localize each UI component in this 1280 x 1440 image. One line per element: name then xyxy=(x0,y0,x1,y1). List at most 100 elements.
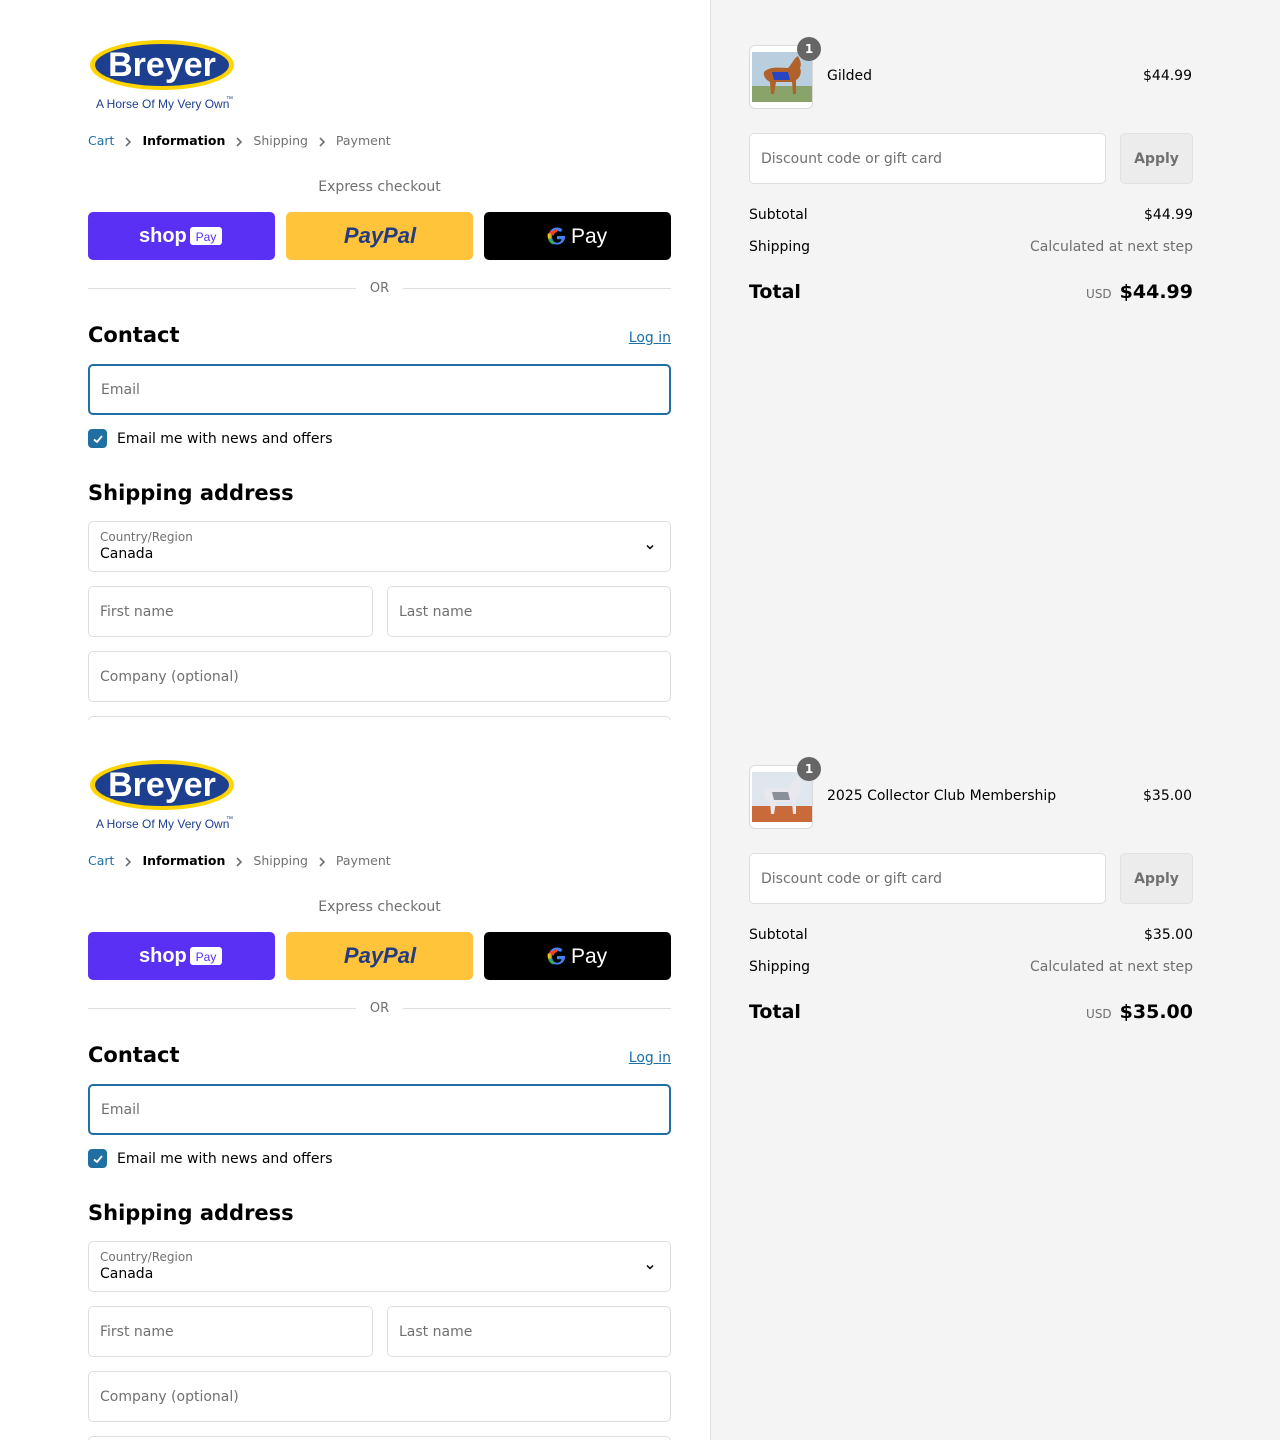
company-field[interactable] xyxy=(88,651,671,702)
newsletter-checkbox[interactable] xyxy=(88,429,107,448)
paypal-button[interactable]: PayPal xyxy=(286,212,473,260)
breyer-logo[interactable]: Breyer A Horse Of My Very Own ™ xyxy=(88,38,238,114)
shop-pay-button[interactable]: shop Pay xyxy=(88,932,275,980)
breyer-logo[interactable]: Breyer A Horse Of My Very Own ™ xyxy=(88,758,238,834)
contact-header: Contact Log in xyxy=(88,323,671,347)
last-name-input[interactable] xyxy=(388,1307,670,1356)
breadcrumb: Cart Information Shipping Payment xyxy=(88,853,391,868)
total-label: Total xyxy=(749,281,801,303)
google-pay-button[interactable]: Pay xyxy=(484,932,671,980)
log-in-link[interactable]: Log in xyxy=(629,330,671,346)
total-row: Total USD $35.00 xyxy=(749,1001,1193,1023)
newsletter-label: Email me with news and offers xyxy=(117,1150,333,1167)
breadcrumb-payment: Payment xyxy=(335,133,391,148)
country-select[interactable]: Country/Region Canada xyxy=(88,521,671,572)
currency-code: USD xyxy=(1086,1007,1112,1021)
paypal-button[interactable]: PayPal xyxy=(286,932,473,980)
checkout-main: Breyer A Horse Of My Very Own ™ Cart Inf… xyxy=(0,720,710,1440)
checkmark-icon xyxy=(92,1154,103,1163)
svg-text:Pay: Pay xyxy=(195,230,216,244)
svg-text:™: ™ xyxy=(226,96,233,103)
or-label: OR xyxy=(369,280,390,296)
svg-text:PayPal: PayPal xyxy=(343,943,416,968)
newsletter-checkbox[interactable] xyxy=(88,1149,107,1168)
express-checkout-buttons: shop Pay PayPal Pay xyxy=(88,212,671,260)
contact-title: Contact xyxy=(88,323,180,347)
log-in-link[interactable]: Log in xyxy=(629,1050,671,1066)
svg-text:A Horse Of My Very Own: A Horse Of My Very Own xyxy=(96,97,229,111)
last-name-field[interactable] xyxy=(387,586,671,637)
first-name-field[interactable] xyxy=(88,1306,373,1357)
company-input[interactable] xyxy=(89,1372,670,1421)
shipping-value: Calculated at next step xyxy=(1030,239,1193,255)
product-name: 2025 Collector Club Membership xyxy=(827,788,1057,804)
shop-pay-logo: shop Pay xyxy=(139,945,222,967)
svg-text:shop: shop xyxy=(139,945,187,967)
company-input[interactable] xyxy=(89,652,670,701)
chevron-right-icon xyxy=(308,853,336,868)
address-field[interactable] xyxy=(88,1436,671,1440)
total-amount: $35.00 xyxy=(1119,1001,1193,1023)
product-price: $35.00 xyxy=(1143,788,1192,804)
chevron-down-icon xyxy=(646,544,654,550)
shipping-label: Shipping xyxy=(749,239,811,255)
quantity-badge: 1 xyxy=(797,757,821,781)
email-input[interactable] xyxy=(90,1086,669,1133)
subtotal-label: Subtotal xyxy=(749,927,808,943)
shipping-address-title: Shipping address xyxy=(88,481,294,505)
last-name-field[interactable] xyxy=(387,1306,671,1357)
breadcrumb-cart[interactable]: Cart xyxy=(88,853,114,868)
subtotal-row: Subtotal $44.99 xyxy=(749,207,1193,223)
apply-button[interactable]: Apply xyxy=(1120,853,1193,904)
or-divider: OR xyxy=(88,999,672,1017)
quantity-badge: 1 xyxy=(797,37,821,61)
chevron-right-icon xyxy=(114,853,142,868)
breadcrumb: Cart Information Shipping Payment xyxy=(88,133,391,148)
express-checkout-title: Express checkout xyxy=(318,179,441,195)
paypal-logo: PayPal xyxy=(343,223,416,248)
apply-button[interactable]: Apply xyxy=(1120,133,1193,184)
last-name-input[interactable] xyxy=(388,587,670,636)
google-pay-button[interactable]: Pay xyxy=(484,212,671,260)
breadcrumb-shipping: Shipping xyxy=(253,133,308,148)
country-select[interactable]: Country/Region Canada xyxy=(88,1241,671,1292)
email-input[interactable] xyxy=(90,366,669,413)
paypal-logo: PayPal xyxy=(343,943,416,968)
chevron-right-icon xyxy=(225,853,253,868)
discount-input[interactable] xyxy=(750,134,1105,183)
chevron-down-icon xyxy=(646,1264,654,1270)
checkmark-icon xyxy=(92,434,103,443)
newsletter-option: Email me with news and offers xyxy=(88,1149,333,1168)
svg-text:PayPal: PayPal xyxy=(343,223,416,248)
company-field[interactable] xyxy=(88,1371,671,1422)
svg-text:A Horse Of My Very Own: A Horse Of My Very Own xyxy=(96,817,229,831)
discount-field[interactable] xyxy=(749,853,1106,904)
email-field[interactable] xyxy=(88,1084,671,1135)
first-name-field[interactable] xyxy=(88,586,373,637)
shop-pay-logo: shop Pay xyxy=(139,225,222,247)
breadcrumb-cart[interactable]: Cart xyxy=(88,133,114,148)
page: Breyer A Horse Of My Very Own ™ Cart Inf… xyxy=(0,0,1280,1440)
chevron-right-icon xyxy=(225,133,253,148)
first-name-input[interactable] xyxy=(89,1307,372,1356)
svg-text:Breyer: Breyer xyxy=(108,766,216,804)
discount-field[interactable] xyxy=(749,133,1106,184)
email-field[interactable] xyxy=(88,364,671,415)
svg-text:Pay: Pay xyxy=(571,945,608,968)
shipping-address-title: Shipping address xyxy=(88,1201,294,1225)
discount-input[interactable] xyxy=(750,854,1105,903)
subtotal-value: $44.99 xyxy=(1144,207,1193,223)
subtotal-value: $35.00 xyxy=(1144,927,1193,943)
or-divider: OR xyxy=(88,279,672,297)
country-label: Country/Region xyxy=(100,1250,193,1264)
first-name-input[interactable] xyxy=(89,587,372,636)
shop-pay-button[interactable]: shop Pay xyxy=(88,212,275,260)
subtotal-row: Subtotal $35.00 xyxy=(749,927,1193,943)
or-label: OR xyxy=(369,1000,390,1016)
shipping-row: Shipping Calculated at next step xyxy=(749,239,1193,255)
order-summary: 1 2025 Collector Club Membership $35.00 … xyxy=(710,720,1280,1440)
checkout-panel: Breyer A Horse Of My Very Own ™ Cart Inf… xyxy=(0,720,1280,1440)
svg-text:Pay: Pay xyxy=(195,950,216,964)
google-g-icon: Pay xyxy=(547,945,608,968)
svg-text:™: ™ xyxy=(226,816,233,823)
